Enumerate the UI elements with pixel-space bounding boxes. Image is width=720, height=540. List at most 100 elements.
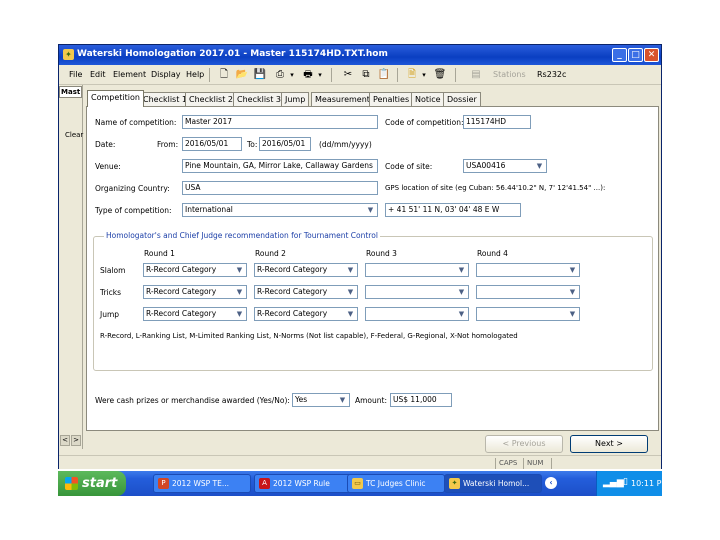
windows-flag-icon [65, 477, 78, 490]
menu-edit[interactable]: Edit [90, 70, 106, 79]
tab-notice[interactable]: Notice [411, 92, 445, 106]
jump-round-2-select[interactable]: R-Record Category ▼ [254, 307, 358, 321]
start-label: start [82, 476, 118, 491]
rs232c-button[interactable]: Rs232c [537, 70, 566, 79]
chevron-down-icon[interactable]: ▼ [234, 265, 245, 275]
caps-indicator: CAPS [495, 458, 517, 469]
toolbar-separator [455, 68, 456, 82]
chevron-down-icon[interactable]: ▾ [417, 68, 431, 82]
slalom-round-4-select[interactable]: ▼ [476, 263, 580, 277]
taskbar-item-folder[interactable]: ▭ TC Judges Clinic [347, 474, 445, 493]
tab-checklist-3[interactable]: Checklist 3 [233, 92, 285, 106]
organizing-country-input[interactable]: USA [182, 181, 378, 195]
taskbar-item-waterski[interactable]: ✦ Waterski Homol... [444, 474, 542, 493]
paste-icon[interactable]: 📋 [377, 68, 391, 82]
scroll-left-icon[interactable]: < [60, 435, 70, 446]
prize-value: Yes [295, 395, 308, 404]
chevron-down-icon[interactable]: ▾ [313, 68, 327, 82]
date-format-hint: (dd/mm/yyyy) [319, 140, 372, 149]
round-3-header: Round 3 [366, 249, 397, 258]
chevron-down-icon[interactable]: ▼ [365, 205, 376, 215]
tricks-round-4-select[interactable]: ▼ [476, 285, 580, 299]
chevron-down-icon[interactable]: ▼ [456, 309, 467, 319]
minimize-button[interactable]: _ [612, 48, 627, 62]
signal-icon[interactable]: ▂▄▆ [603, 478, 624, 488]
slalom-round-2-select[interactable]: R-Record Category ▼ [254, 263, 358, 277]
start-button[interactable]: start [58, 471, 126, 496]
menu-display[interactable]: Display [151, 70, 181, 79]
num-indicator: NUM [523, 458, 543, 469]
copy-icon[interactable]: ⧉ [359, 68, 373, 82]
slalom-round-1-select[interactable]: R-Record Category ▼ [143, 263, 247, 277]
taskbar-item-powerpoint[interactable]: P 2012 WSP TE... [153, 474, 251, 493]
tricks-round-1-select[interactable]: R-Record Category ▼ [143, 285, 247, 299]
task-label: 2012 WSP TE... [172, 479, 230, 488]
tricks-round-2-select[interactable]: R-Record Category ▼ [254, 285, 358, 299]
title-bar[interactable]: ✦ Waterski Homologation 2017.01 - Master… [59, 45, 661, 65]
scroll-right-icon[interactable]: > [71, 435, 81, 446]
tab-jump[interactable]: Jump [281, 92, 310, 106]
stations-icon[interactable]: ▤ [469, 68, 483, 82]
chevron-down-icon[interactable]: ▼ [345, 287, 356, 297]
tab-penalties[interactable]: Penalties [369, 92, 414, 106]
menu-help[interactable]: Help [186, 70, 204, 79]
venue-label: Venue: [95, 162, 121, 171]
name-input[interactable]: Master 2017 [182, 115, 378, 129]
chevron-down-icon[interactable]: ▼ [234, 287, 245, 297]
tray-expand-icon[interactable]: ‹ [545, 477, 557, 489]
chevron-down-icon[interactable]: ▼ [337, 395, 348, 405]
chevron-down-icon[interactable]: ▼ [567, 309, 578, 319]
cut-icon[interactable]: ✂ [341, 68, 355, 82]
chevron-down-icon[interactable]: ▼ [345, 265, 356, 275]
clear-label[interactable]: Clear [65, 131, 83, 139]
amount-input[interactable]: US$ 11,000 [390, 393, 452, 407]
previous-button[interactable]: < Previous [485, 435, 563, 453]
stations-button[interactable]: Stations [493, 70, 526, 79]
chevron-down-icon[interactable]: ▼ [456, 265, 467, 275]
chevron-down-icon[interactable]: ▾ [285, 68, 299, 82]
chevron-down-icon[interactable]: ▼ [567, 287, 578, 297]
jump-round-4-select[interactable]: ▼ [476, 307, 580, 321]
waterski-app-icon: ✦ [449, 478, 460, 489]
to-date-input[interactable]: 2016/05/01 [259, 137, 311, 151]
tab-competition[interactable]: Competition [87, 90, 144, 107]
taskbar-item-pdf[interactable]: A 2012 WSP Rule [254, 474, 352, 493]
phone-icon[interactable]: ▯ [623, 477, 628, 487]
tricks-round-3-select[interactable]: ▼ [365, 285, 469, 299]
chevron-down-icon[interactable]: ▼ [345, 309, 356, 319]
venue-input[interactable]: Pine Mountain, GA, Mirror Lake, Callaway… [182, 159, 378, 173]
task-label: Waterski Homol... [463, 479, 530, 488]
tab-checklist-1[interactable]: Checklist 1 [139, 92, 191, 106]
slalom-round-3-select[interactable]: ▼ [365, 263, 469, 277]
from-label: From: [157, 140, 179, 149]
prize-select[interactable]: Yes ▼ [292, 393, 350, 407]
toolbar-separator [209, 68, 210, 82]
from-date-input[interactable]: 2016/05/01 [182, 137, 242, 151]
chevron-down-icon[interactable]: ▼ [534, 161, 545, 171]
save-icon[interactable]: 💾 [253, 68, 267, 82]
jump-round-1-select[interactable]: R-Record Category ▼ [143, 307, 247, 321]
open-folder-icon[interactable]: 📂 [235, 68, 249, 82]
new-file-icon[interactable]: 🗋 [217, 68, 231, 82]
gps-input[interactable]: + 41 51' 11 N, 03' 04' 48 E W [385, 203, 521, 217]
chevron-down-icon[interactable]: ▼ [567, 265, 578, 275]
site-code-select[interactable]: USA00416 ▼ [463, 159, 547, 173]
menu-file[interactable]: File [69, 70, 82, 79]
jump-round-3-select[interactable]: ▼ [365, 307, 469, 321]
tab-checklist-2[interactable]: Checklist 2 [185, 92, 237, 106]
chevron-down-icon[interactable]: ▼ [456, 287, 467, 297]
chevron-down-icon[interactable]: ▼ [234, 309, 245, 319]
tab-dossier[interactable]: Dossier [443, 92, 481, 106]
delete-icon[interactable]: 🗑 [433, 68, 447, 82]
select-value: R-Record Category [257, 265, 328, 274]
clock[interactable]: 10:11 PM [631, 479, 668, 488]
competition-type-select[interactable]: International ▼ [182, 203, 378, 217]
maximize-button[interactable]: □ [628, 48, 643, 62]
next-button[interactable]: Next > [570, 435, 648, 453]
taskbar: start P 2012 WSP TE... A 2012 WSP Rule ▭… [58, 471, 668, 496]
master-tab[interactable]: Mast [59, 86, 82, 98]
select-value: R-Record Category [146, 287, 217, 296]
close-button[interactable]: ✕ [644, 48, 659, 62]
code-input[interactable]: 115174HD [463, 115, 531, 129]
menu-element[interactable]: Element [113, 70, 146, 79]
